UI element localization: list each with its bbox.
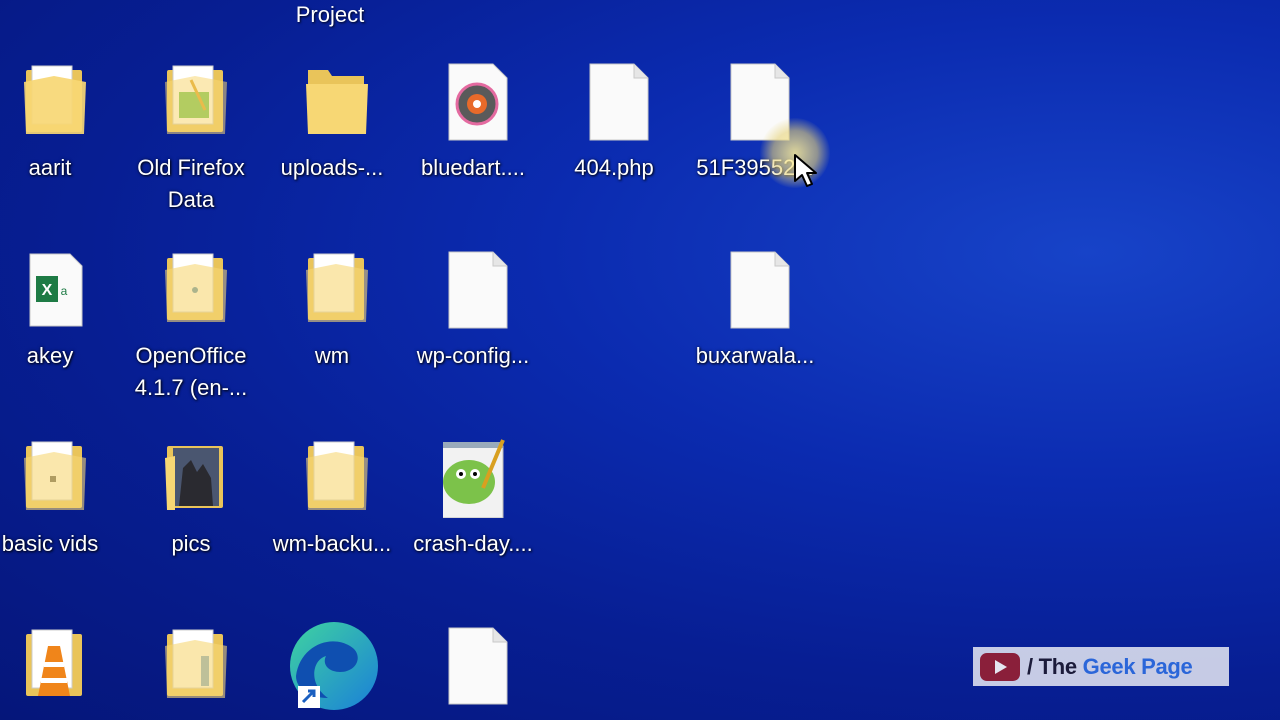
photo-folder-icon <box>165 446 223 510</box>
icon-label: buxarwala... <box>695 343 815 368</box>
excel-file-icon: X a <box>29 253 83 327</box>
folder-icon <box>165 629 227 698</box>
folder-icon <box>306 441 368 510</box>
media-file-icon <box>448 63 508 141</box>
folder-icon <box>165 65 227 134</box>
icon-label: crash-day.... <box>413 531 533 556</box>
svg-text:X: X <box>42 282 53 299</box>
watermark-page: Page <box>1141 653 1193 679</box>
watermark-geek: Geek <box>1082 653 1142 679</box>
watermark-slash: / <box>1027 653 1033 679</box>
svg-text:a: a <box>61 284 68 298</box>
mouse-pointer-icon <box>794 154 817 187</box>
file-icon <box>730 251 790 329</box>
icon-label: wm <box>314 343 350 368</box>
folder-icon <box>24 65 86 134</box>
folder-icon <box>24 441 86 510</box>
desktop-icon-project-label[interactable]: Project <box>260 0 400 30</box>
watermark-the: The <box>1038 653 1083 679</box>
file-icon <box>448 627 508 705</box>
icon-label: uploads-... <box>280 155 384 180</box>
icon-label: pics <box>171 531 211 556</box>
vlc-folder-icon <box>26 629 82 696</box>
folder-icon <box>306 253 368 322</box>
desktop: Project aarit Old Firefox Data uploads-.… <box>0 0 1280 720</box>
notepad-plus-plus-icon <box>443 439 505 518</box>
icon-label: wp-config... <box>416 343 530 368</box>
icon-label: OpenOffice 4.1.7 (en-... <box>134 343 248 400</box>
file-icon <box>448 251 508 329</box>
icon-label: wm-backu... <box>272 531 392 556</box>
icon-label: bluedart.... <box>421 155 525 180</box>
the-geek-page-watermark: / The Geek Page <box>973 647 1229 686</box>
folder-icon <box>306 70 368 134</box>
youtube-icon <box>980 652 1020 681</box>
icon-label: 404.php <box>574 155 654 180</box>
icon-label: Old Firefox Data <box>137 155 245 212</box>
file-icon <box>589 63 649 141</box>
folder-icon <box>165 253 227 322</box>
watermark-text: / The Geek Page <box>1027 653 1193 680</box>
edge-icon <box>290 622 378 710</box>
